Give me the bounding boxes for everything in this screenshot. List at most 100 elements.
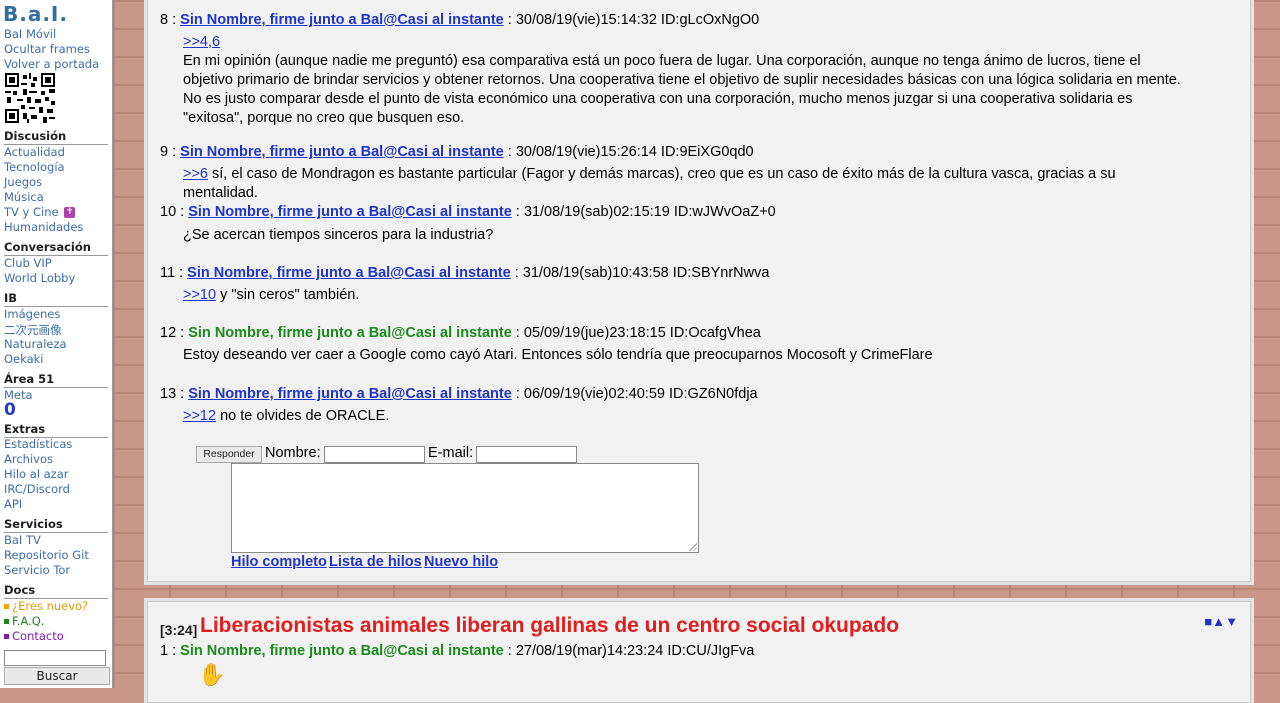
post-date-id: 30/08/19(vie)15:26:14 ID:9EiXG0qd0 xyxy=(515,144,754,160)
sidebar-item-imagenes[interactable]: Imágenes xyxy=(4,307,60,321)
post-body: >>6 sí, el caso de Mondragon es bastante… xyxy=(183,165,1193,203)
post: 11 : Sin Nombre, firme junto a Bal@Casi … xyxy=(160,265,770,281)
sidebar-item-juegos[interactable]: Juegos xyxy=(4,175,42,189)
post-date-id: 31/08/19(sab)10:43:58 ID:SBYnrNwva xyxy=(522,265,770,281)
sidebar-item-label: TV y Cine xyxy=(4,205,59,219)
post-date-id: 27/08/19(mar)14:23:24 ID:CU/JIgFva xyxy=(515,643,755,659)
post-text: sí, el caso de Mondragon es bastante par… xyxy=(183,166,1116,201)
link-home[interactable]: Volver a portada xyxy=(4,57,99,71)
sidebar-item-label: ¿Eres nuevo? xyxy=(12,599,89,613)
thread-number: [3:24] xyxy=(160,622,198,638)
poster-name: Sin Nombre, firme junto a Bal@Casi al in… xyxy=(180,643,504,659)
poster-name-link[interactable]: Sin Nombre, firme junto a Bal@Casi al in… xyxy=(188,204,512,220)
poster-name-link[interactable]: Sin Nombre, firme junto a Bal@Casi al in… xyxy=(188,386,512,402)
post-number: 1 xyxy=(160,643,169,659)
post-text: ¿Se acercan tiempos sinceros para la ind… xyxy=(183,227,494,243)
resize-grip-icon[interactable] xyxy=(689,543,697,551)
sidebar-item-bai-tv[interactable]: BaI TV xyxy=(4,533,41,547)
quote-ref-link[interactable]: >>12 xyxy=(183,408,216,424)
post: 13 : Sin Nombre, firme junto a Bal@Casi … xyxy=(160,386,758,402)
post-text: y "sin ceros" también. xyxy=(220,287,360,303)
poster-name-link[interactable]: Sin Nombre, firme junto a Bal@Casi al in… xyxy=(180,144,504,160)
bullet-icon xyxy=(4,604,9,609)
quote-ref-link[interactable]: >>10 xyxy=(183,287,216,303)
thread-box: 8 : Sin Nombre, firme junto a Bal@Casi a… xyxy=(147,0,1251,582)
sidebar-item-tv-cine[interactable]: TV y Cine ✝ xyxy=(4,205,76,219)
name-label: Nombre: xyxy=(265,445,321,461)
bullet-icon xyxy=(4,619,9,624)
post: 10 : Sin Nombre, firme junto a Bal@Casi … xyxy=(160,204,776,220)
link-mobile[interactable]: BaI Móvil xyxy=(4,27,56,41)
sidebar-item-tor[interactable]: Servicio Tor xyxy=(4,563,70,577)
poster-name-link[interactable]: Sin Nombre, firme junto a Bal@Casi al in… xyxy=(180,12,504,28)
quote-ref-link[interactable]: >>4,6 xyxy=(183,34,220,50)
sidebar-item-club-vip[interactable]: Club VIP xyxy=(4,256,52,270)
post: 1 : Sin Nombre, firme junto a Bal@Casi a… xyxy=(160,643,755,659)
section-extras: Extras xyxy=(4,422,108,438)
poster-name: Sin Nombre, firme junto a Bal@Casi al in… xyxy=(188,325,512,341)
sidebar-item-musica[interactable]: Música xyxy=(4,190,44,204)
meta-count: 0 xyxy=(4,400,16,420)
post: 8 : Sin Nombre, firme junto a Bal@Casi a… xyxy=(160,12,760,28)
sidebar-item-humanidades[interactable]: Humanidades xyxy=(4,220,83,234)
post-number: 8 xyxy=(160,12,169,28)
sidebar-item-estadisticas[interactable]: Estadísticas xyxy=(4,437,72,451)
thread-nav-arrows-icon[interactable]: ■▲▼ xyxy=(1204,614,1238,629)
sidebar-item-world-lobby[interactable]: World Lobby xyxy=(4,271,75,285)
post-body: ¿Se acercan tiempos sinceros para la ind… xyxy=(183,226,1193,245)
section-area51: Área 51 xyxy=(4,372,108,388)
full-thread-link[interactable]: Hilo completo xyxy=(231,554,327,570)
post-date-id: 31/08/19(sab)02:15:19 ID:wJWvOaZ+0 xyxy=(523,204,776,220)
sidebar-item-label: F.A.Q. xyxy=(12,614,45,628)
sidebar-item-api[interactable]: API xyxy=(4,497,22,511)
sidebar-item-git[interactable]: Repositorio Git xyxy=(4,548,89,562)
post-text: Estoy deseando ver caer a Google como ca… xyxy=(183,347,933,363)
post-body: >>12 no te olvides de ORACLE. xyxy=(183,407,1193,426)
post-number: 13 xyxy=(160,386,177,402)
sidebar-item-actualidad[interactable]: Actualidad xyxy=(4,145,65,159)
sidebar-item-oekaki[interactable]: Oekaki xyxy=(4,352,44,366)
sidebar-item-nuevo[interactable]: ¿Eres nuevo? xyxy=(4,599,88,613)
sidebar-item-archivos[interactable]: Archivos xyxy=(4,452,53,466)
sidebar-item-irc[interactable]: IRC/Discord xyxy=(4,482,70,496)
sidebar-item-faq[interactable]: F.A.Q. xyxy=(4,614,44,628)
sidebar: B.a.I. BaI Móvil Ocultar frames Volver a… xyxy=(0,0,113,688)
sidebar-item-nijigen[interactable]: 二次元画像 xyxy=(4,322,62,338)
post-body: >>4,6 En mi opinión (aunque nadie me pre… xyxy=(183,33,1193,128)
cross-badge-icon: ✝ xyxy=(64,207,76,218)
message-textarea[interactable] xyxy=(231,463,699,553)
post-body: >>10 y "sin ceros" también. xyxy=(183,286,1193,305)
post-date-id: 30/08/19(vie)15:14:32 ID:gLcOxNgO0 xyxy=(515,12,760,28)
sidebar-item-hilo-azar[interactable]: Hilo al azar xyxy=(4,467,69,481)
hand-icon: ✋ xyxy=(198,662,226,687)
post: 12 : Sin Nombre, firme junto a Bal@Casi … xyxy=(160,325,761,341)
email-field[interactable] xyxy=(476,446,577,463)
sidebar-item-contacto[interactable]: Contacto xyxy=(4,629,64,643)
poster-name-link[interactable]: Sin Nombre, firme junto a Bal@Casi al in… xyxy=(187,265,511,281)
post-number: 12 xyxy=(160,325,177,341)
bullet-icon xyxy=(4,634,9,639)
post-text: En mi opinión (aunque nadie me preguntó)… xyxy=(183,53,1181,126)
new-thread-link[interactable]: Nuevo hilo xyxy=(424,554,498,570)
search-button[interactable]: Buscar xyxy=(4,667,110,685)
post-body: Estoy deseando ver caer a Google como ca… xyxy=(183,346,1193,365)
reply-button[interactable]: Responder xyxy=(196,446,262,463)
name-field[interactable] xyxy=(324,446,425,463)
sidebar-item-label: Contacto xyxy=(12,629,64,643)
post-number: 10 xyxy=(160,204,177,220)
section-servicios: Servicios xyxy=(4,517,108,533)
post-number: 9 xyxy=(160,144,169,160)
search-input[interactable] xyxy=(4,650,106,666)
section-conversacion: Conversación xyxy=(4,240,108,256)
section-discusion: Discusión xyxy=(4,129,108,145)
post-text: no te olvides de ORACLE. xyxy=(220,408,390,424)
thread-list-link[interactable]: Lista de hilos xyxy=(329,554,422,570)
site-logo[interactable]: B.a.I. xyxy=(3,2,68,26)
sidebar-item-naturaleza[interactable]: Naturaleza xyxy=(4,337,67,351)
post: 9 : Sin Nombre, firme junto a Bal@Casi a… xyxy=(160,144,754,160)
quote-ref-link[interactable]: >>6 xyxy=(183,166,208,182)
link-hide-frames[interactable]: Ocultar frames xyxy=(4,42,90,56)
post-number: 11 xyxy=(160,265,176,281)
sidebar-item-tecnologia[interactable]: Tecnología xyxy=(4,160,65,174)
thread-title[interactable]: Liberacionistas animales liberan gallina… xyxy=(200,614,899,638)
